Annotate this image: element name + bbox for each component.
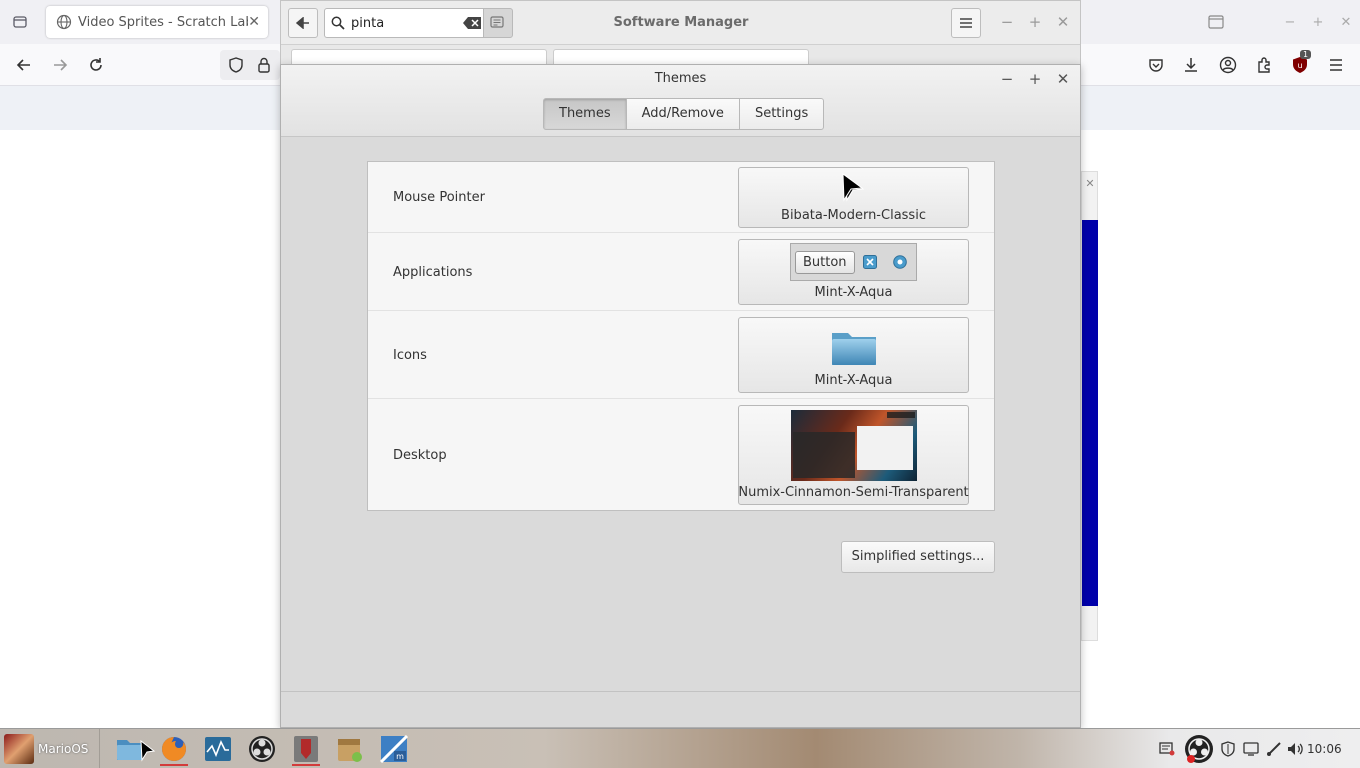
footer-divider (281, 691, 1080, 692)
applications-theme-button[interactable]: Button Mint-X-Aqua (738, 239, 969, 305)
reload-icon[interactable] (86, 55, 106, 75)
theme-list: Mouse Pointer Bibata-Modern-Classic Appl… (367, 161, 995, 511)
tab-title: Video Sprites - Scratch Lab (78, 14, 249, 30)
minimize-icon[interactable]: − (997, 69, 1017, 89)
mouse-cursor (842, 173, 864, 203)
shield-icon[interactable] (226, 55, 246, 75)
search-options-button[interactable] (483, 8, 513, 38)
close-icon[interactable]: ✕ (248, 14, 260, 30)
close-icon[interactable]: ✕ (1053, 69, 1073, 89)
preview-button: Button (795, 250, 855, 274)
download-icon[interactable] (1181, 55, 1201, 75)
obs-studio-app-icon[interactable] (244, 732, 280, 766)
globe-icon (56, 14, 72, 30)
desktop-theme-button[interactable]: Numix-Cinnamon-Semi-Transparent (738, 405, 969, 505)
notes-tray-icon[interactable] (1157, 739, 1177, 759)
row-label: Applications (393, 265, 473, 280)
themes-dialog: Themes − + ✕ Themes Add/Remove Settings … (280, 64, 1081, 728)
maximize-icon[interactable]: + (1308, 12, 1328, 32)
scratch-side-panel: ✕ (1081, 171, 1098, 641)
back-icon[interactable] (14, 55, 34, 75)
start-label: MarioOS (38, 742, 89, 756)
hamburger-menu-icon (960, 18, 972, 28)
theme-name: Mint-X-Aqua (814, 373, 893, 388)
firefox-app-icon[interactable] (156, 732, 192, 766)
display-tray-icon[interactable] (1241, 739, 1261, 759)
back-button[interactable] (288, 8, 318, 38)
window-title: Software Manager (613, 15, 749, 30)
forward-icon[interactable] (50, 55, 70, 75)
tab-bar: Themes Add/Remove Settings (543, 98, 825, 130)
ublock-icon[interactable]: u 1 (1290, 50, 1312, 75)
extensions-icon[interactable] (1254, 55, 1274, 75)
scratch-blue-stage (1082, 220, 1098, 606)
ublock-badge: 1 (1300, 50, 1312, 59)
search-value: pinta (351, 15, 385, 31)
pocket-icon[interactable] (1146, 55, 1166, 75)
desktop-theme-preview (790, 410, 917, 481)
svg-text:u: u (1297, 61, 1302, 70)
network-tray-icon[interactable] (1264, 739, 1284, 759)
close-window-icon[interactable]: ✕ (1336, 12, 1356, 32)
shield-tray-icon[interactable] (1218, 739, 1238, 759)
tab-themes[interactable]: Themes (543, 98, 627, 130)
package-installer-app-icon[interactable] (332, 732, 368, 766)
theme-row-desktop: Desktop Numix-Cinnamon-Semi-Transparent (368, 399, 994, 511)
row-label: Mouse Pointer (393, 190, 485, 205)
tab-overview-icon[interactable] (10, 12, 30, 32)
back-arrow-icon (296, 17, 310, 29)
minimize-icon[interactable]: − (996, 11, 1018, 33)
preview-radio-icon (892, 255, 907, 269)
avatar (4, 734, 34, 764)
lock-icon[interactable] (254, 55, 274, 75)
volume-tray-icon[interactable] (1286, 739, 1306, 759)
theme-name: Mint-X-Aqua (814, 285, 893, 300)
mouse-cursor (140, 740, 156, 762)
theme-row-mouse-pointer: Mouse Pointer Bibata-Modern-Classic (368, 162, 994, 233)
close-icon[interactable]: ✕ (1082, 174, 1098, 194)
tab-add-remove[interactable]: Add/Remove (625, 98, 740, 130)
start-menu-button[interactable]: MarioOS (0, 729, 100, 768)
account-icon[interactable] (1218, 55, 1238, 75)
dialog-title: Themes (654, 71, 707, 86)
gtk-theme-preview: Button (790, 243, 917, 281)
svg-text:m: m (396, 752, 404, 761)
theme-name: Bibata-Modern-Classic (781, 208, 926, 223)
obs-tray-icon[interactable] (1183, 733, 1215, 765)
row-label: Icons (393, 348, 427, 363)
theme-row-applications: Applications Button Mint-X-Aqua (368, 233, 994, 311)
row-label: Desktop (393, 448, 447, 463)
themes-header: Themes − + ✕ Themes Add/Remove Settings (281, 65, 1080, 137)
system-monitor-app-icon[interactable] (200, 732, 236, 766)
preview-checkbox-icon (862, 255, 877, 269)
clock[interactable]: 10:06 (1307, 729, 1342, 768)
mintinstall-app-icon[interactable]: m (376, 732, 412, 766)
folder-icon (830, 327, 878, 367)
clear-search-icon[interactable] (463, 17, 481, 29)
theme-name: Numix-Cinnamon-Semi-Transparent (738, 485, 969, 500)
tab-settings[interactable]: Settings (738, 98, 825, 130)
search-list-icon (490, 16, 506, 30)
browser-tab[interactable]: Video Sprites - Scratch Lab ✕ (46, 6, 268, 38)
taskbar: MarioOS m 10:06 (0, 728, 1360, 768)
theme-row-icons: Icons Mint-X-Aqua (368, 311, 994, 399)
maximize-icon[interactable]: + (1024, 11, 1046, 33)
search-icon (331, 16, 345, 30)
window-restore-icon[interactable] (1206, 12, 1226, 32)
icons-theme-button[interactable]: Mint-X-Aqua (738, 317, 969, 393)
terminal-app-icon[interactable] (288, 732, 324, 766)
simplified-settings-button[interactable]: Simplified settings... (841, 541, 995, 573)
software-manager-header: pinta Software Manager − + ✕ (281, 1, 1080, 45)
close-icon[interactable]: ✕ (1052, 11, 1074, 33)
menu-button[interactable] (951, 8, 981, 38)
hamburger-menu-icon[interactable] (1326, 55, 1346, 75)
minimize-icon[interactable]: − (1280, 12, 1300, 32)
maximize-icon[interactable]: + (1025, 69, 1045, 89)
